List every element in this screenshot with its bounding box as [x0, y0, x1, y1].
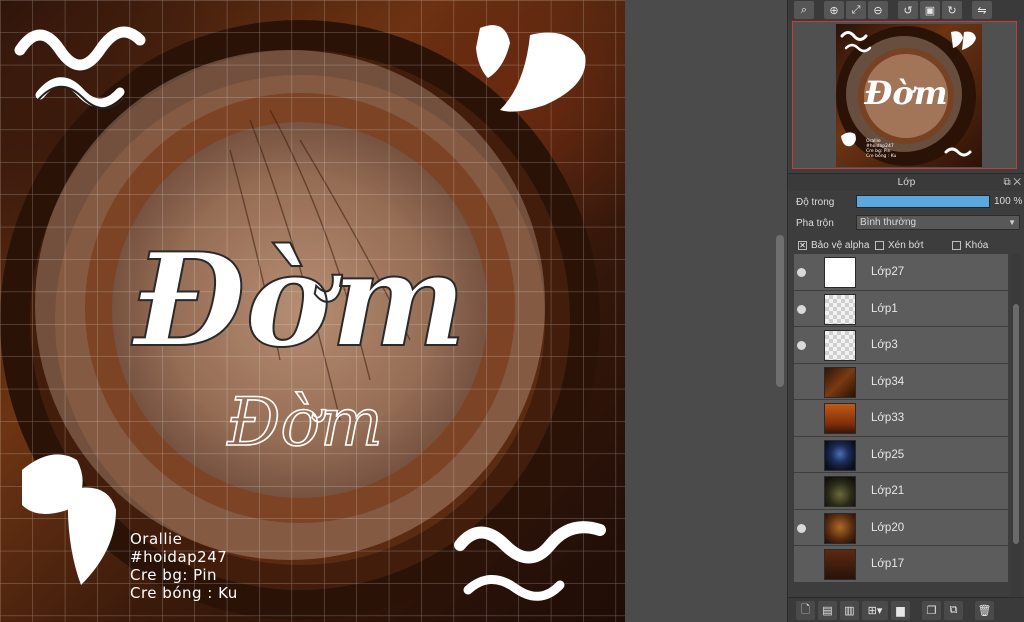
layer-row[interactable]: Lớp21: [794, 473, 1008, 510]
layer-name: Lớp21: [871, 485, 905, 497]
scrollbar-thumb[interactable]: [776, 235, 784, 387]
layer-row[interactable]: Lớp1: [794, 290, 1008, 327]
drawing-canvas[interactable]: Đờm Đờm Orallie #hoidap247 Cre bg: Pin C…: [0, 0, 625, 622]
layer-name: Lớp33: [871, 412, 905, 424]
duplicate-layer-icon[interactable]: ❐: [922, 600, 941, 620]
layer-row[interactable]: Lớp34: [794, 363, 1008, 400]
new-1bit-layer-icon[interactable]: ▥: [840, 600, 859, 620]
blend-mode-label: Pha trộn: [796, 218, 834, 229]
merge-layer-icon[interactable]: ⧉: [944, 600, 963, 620]
canvas-vertical-scrollbar[interactable]: [773, 0, 787, 622]
navigator-preview[interactable]: Đờm Orallie #hoidap247 Cre bg: Pin Cre b…: [792, 21, 1017, 169]
scrollbar-thumb[interactable]: [1013, 304, 1019, 544]
layer-thumbnail: [824, 476, 856, 507]
opacity-label: Độ trong: [796, 197, 835, 208]
layer-thumbnail: [824, 549, 856, 580]
layer-row[interactable]: Lớp17: [794, 546, 1008, 583]
layer-name: Lớp3: [871, 339, 898, 351]
layer-name: Lớp20: [871, 521, 905, 534]
layer-name: Lớp34: [871, 375, 905, 388]
credits-text: Orallie #hoidap247 Cre bg: Pin Cre bóng …: [130, 530, 238, 602]
protect-alpha-checkbox[interactable]: ✕ Bảo vệ alpha: [798, 240, 869, 251]
rotate-right-icon[interactable]: ↻: [942, 1, 962, 19]
layer-name: Lớp25: [871, 448, 905, 461]
add-layer-dropdown-icon[interactable]: ⊞▾: [862, 600, 888, 620]
canvas-artwork: Đờm Đờm: [0, 0, 625, 622]
blend-mode-value: Bình thường: [860, 217, 917, 228]
layer-thumbnail: [824, 439, 856, 471]
visibility-eye-icon[interactable]: [797, 341, 806, 350]
layer-thumbnail: [824, 257, 856, 288]
layer-panel-header: Lớp ⧉ ✕: [788, 173, 1024, 191]
layer-thumbnail: [824, 403, 856, 434]
new-folder-icon[interactable]: ▆: [891, 600, 910, 620]
opacity-value: 100 %: [994, 196, 1023, 207]
layer-list: Lớp27 Lớp1 Lớp3 Lớp34 Lớp33 Lớp25 Lớp21 Lớp20 Lớ…: [794, 254, 1008, 596]
navigator-credit: Cre bóng : Ku: [866, 152, 897, 159]
zoom-out-icon[interactable]: ⊖: [868, 1, 888, 19]
blend-mode-select[interactable]: Bình thường ▼: [856, 215, 1020, 230]
checkbox-box[interactable]: [875, 241, 884, 250]
rotate-left-icon[interactable]: ↺: [898, 1, 918, 19]
workspace-background: [625, 0, 787, 622]
zoom-in-icon[interactable]: ⊕: [824, 1, 844, 19]
clipping-checkbox[interactable]: Xén bớt: [875, 240, 923, 251]
checkbox-label: Bảo vệ alpha: [811, 240, 870, 251]
lock-checkbox[interactable]: Khóa: [952, 240, 988, 251]
visibility-eye-icon[interactable]: [797, 304, 806, 314]
credit-line: Cre bg: Pin: [130, 566, 218, 584]
credit-line: Orallie: [130, 530, 183, 548]
checkbox-box[interactable]: ✕: [798, 241, 807, 250]
opacity-slider-fill: [857, 196, 989, 207]
artwork-title: Đờm: [131, 226, 467, 376]
checkbox-label: Xén bớt: [888, 240, 924, 251]
fit-window-icon[interactable]: ▣: [920, 1, 940, 19]
layer-row[interactable]: Lớp20: [794, 509, 1008, 546]
layer-toolbar: 🗋 ▤ ▥ ⊞▾ ▆ ❐ ⧉ 🗑: [788, 597, 1024, 622]
close-icon[interactable]: ✕: [1013, 177, 1021, 188]
layer-thumbnail: [824, 512, 856, 544]
new-layer-icon[interactable]: 🗋: [796, 600, 815, 620]
popout-icon[interactable]: ⧉: [1003, 177, 1010, 188]
opacity-slider[interactable]: [856, 195, 990, 208]
visibility-eye-icon[interactable]: [797, 523, 806, 533]
layer-panel-title: Lớp: [897, 177, 916, 188]
flip-icon[interactable]: ⇋: [972, 1, 992, 19]
layer-thumbnail: [824, 293, 856, 325]
layer-name: Lớp27: [871, 266, 905, 278]
navigator-toolbar: ⌕ ⊕ ⤢ ⊖ ↺ ▣ ↻ ⇋: [788, 0, 1024, 20]
layer-thumbnail: [824, 366, 856, 398]
checkbox-box[interactable]: [952, 241, 961, 250]
navigator-thumbnail: Đờm Orallie #hoidap247 Cre bg: Pin Cre b…: [836, 24, 982, 167]
layer-row[interactable]: Lớp25: [794, 436, 1008, 473]
new-halftone-layer-icon[interactable]: ▤: [818, 600, 837, 620]
chevron-down-icon: ▼: [1008, 218, 1016, 227]
artwork-subtitle: Đờm: [226, 384, 383, 461]
fit-icon[interactable]: ⤢: [846, 1, 866, 19]
layer-name: Lớp17: [871, 558, 905, 570]
layer-row[interactable]: Lớp3: [794, 327, 1008, 364]
credit-line: #hoidap247: [130, 548, 228, 566]
app-window: Đờm Đờm Orallie #hoidap247 Cre bg: Pin C…: [0, 0, 1024, 622]
navigator-title: Đờm: [863, 74, 947, 112]
zoom-icon[interactable]: ⌕: [794, 1, 814, 19]
visibility-eye-icon[interactable]: [797, 268, 806, 277]
layer-list-scrollbar[interactable]: [1011, 254, 1021, 596]
trash-icon[interactable]: 🗑: [975, 600, 994, 620]
checkbox-label: Khóa: [965, 240, 989, 251]
layer-row[interactable]: Lớp27: [794, 254, 1008, 291]
right-panel: ⌕ ⊕ ⤢ ⊖ ↺ ▣ ↻ ⇋ Đờm Orallie #hoidap247 C…: [787, 0, 1024, 622]
layer-name: Lớp1: [871, 302, 898, 315]
layer-thumbnail: [824, 330, 856, 361]
credit-line: Cre bóng : Ku: [130, 584, 238, 602]
layer-row[interactable]: Lớp33: [794, 400, 1008, 437]
